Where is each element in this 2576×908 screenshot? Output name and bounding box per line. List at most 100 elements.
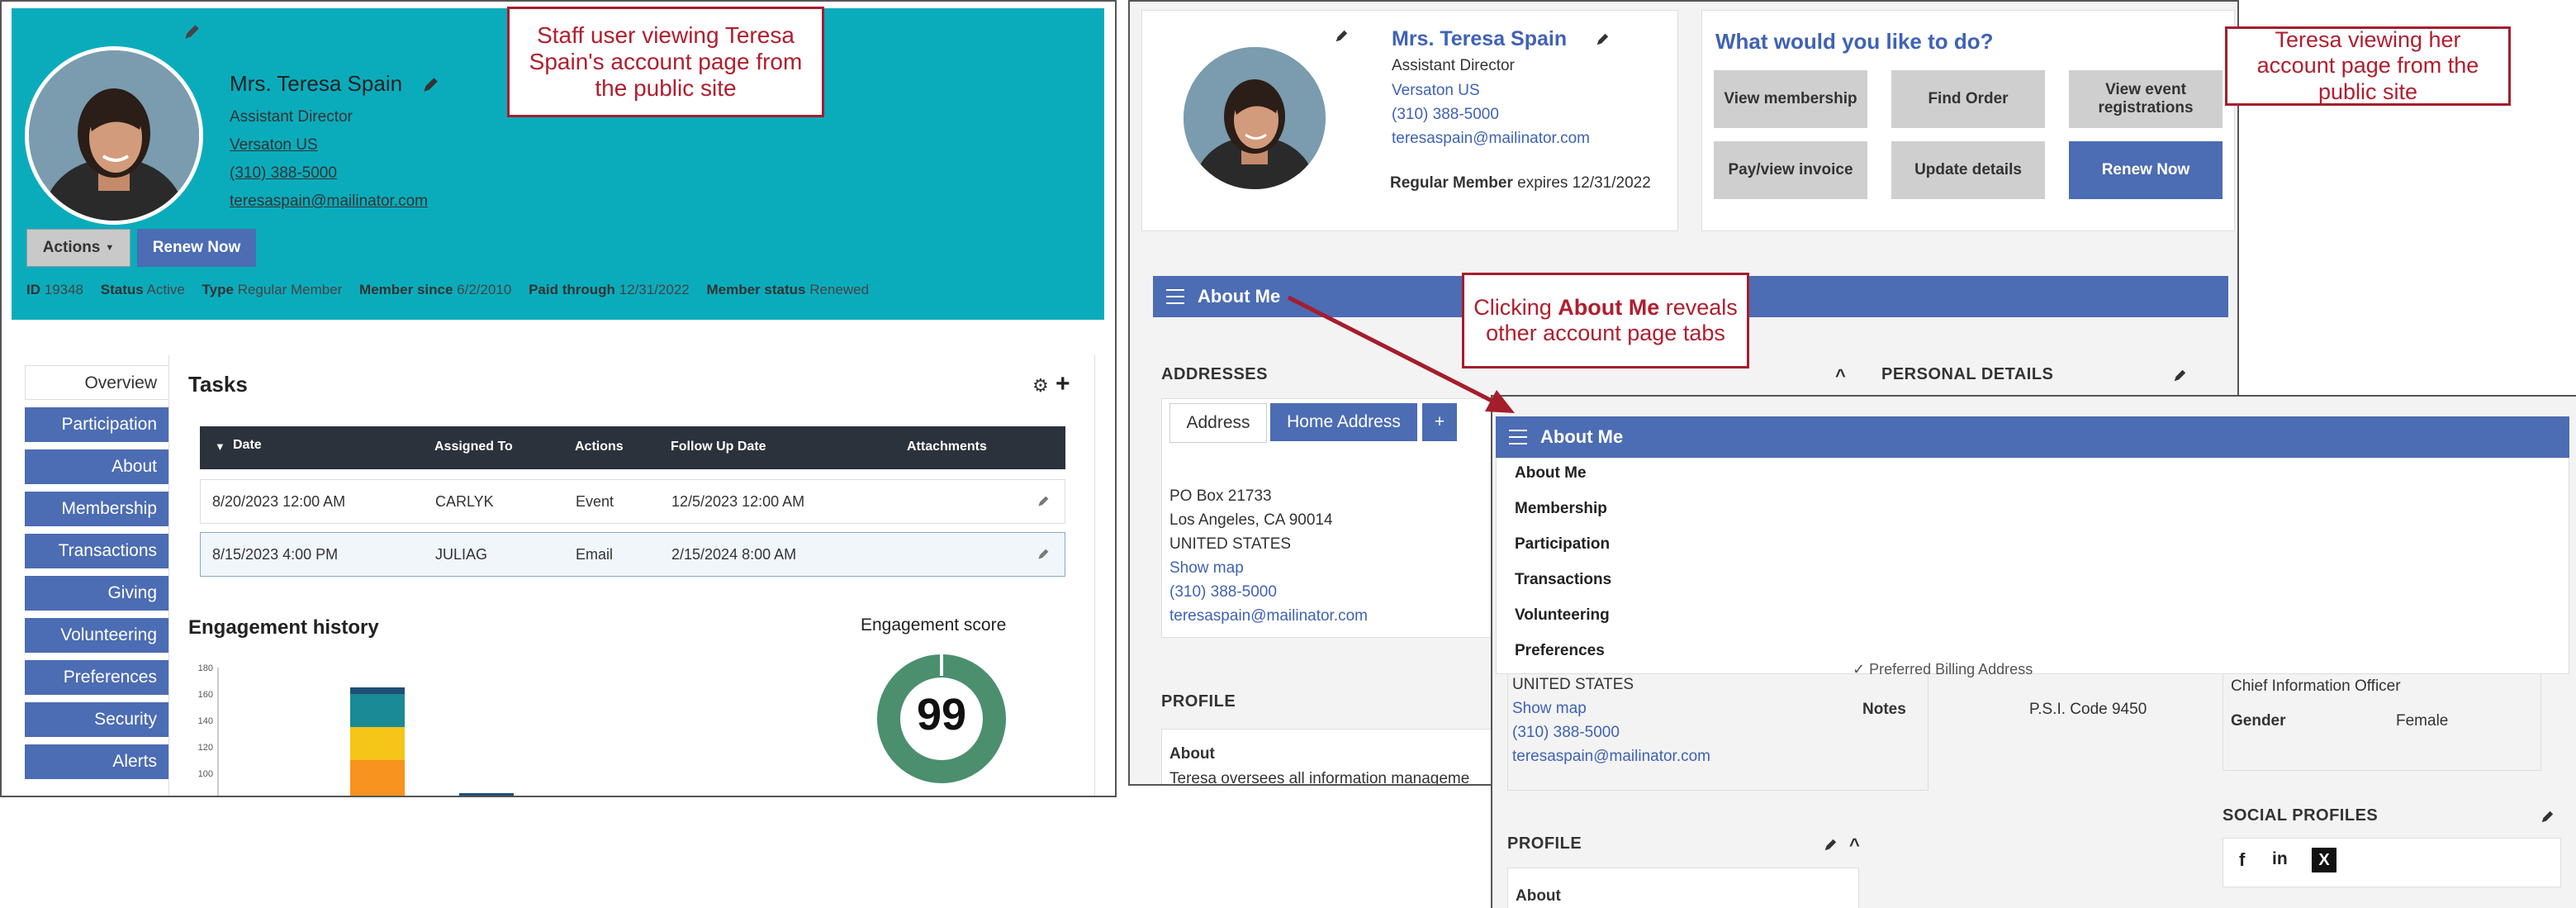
about-me-bar[interactable]: About Me <box>1496 416 2569 458</box>
company-link[interactable]: Versaton US <box>1392 82 1480 100</box>
address-line: Los Angeles, CA 90014 <box>1169 511 1333 529</box>
menu-icon <box>1166 289 1184 304</box>
menu-item-volunteering[interactable]: Volunteering <box>1515 606 1610 625</box>
tab-overview[interactable]: Overview <box>25 365 168 400</box>
col-attachments[interactable]: Attachments <box>907 440 987 454</box>
edit-row-icon[interactable] <box>1037 495 1050 508</box>
renew-now-button[interactable]: Renew Now <box>2069 141 2223 199</box>
edit-profile-icon[interactable] <box>1823 838 1838 853</box>
about-me-menu <box>1496 458 2569 674</box>
add-task-icon[interactable]: + <box>1056 370 1070 398</box>
tasks-grid-header: ▼ Date Assigned To Actions Follow Up Dat… <box>200 426 1065 469</box>
table-row[interactable]: 8/15/2023 4:00 PM JULIAG Email 2/15/2024… <box>200 532 1065 577</box>
menu-item-about-me[interactable]: About Me <box>1515 464 1587 483</box>
collapse-addresses-icon[interactable]: ^ <box>1835 365 1846 387</box>
email-link[interactable]: teresaspain@mailinator.com <box>1392 130 1590 148</box>
about-text: Teresa oversees all information manageme <box>1169 770 1470 786</box>
y-tick-label: 140 <box>198 716 213 726</box>
actions-card: What would you like to do? View membersh… <box>1701 10 2235 231</box>
tab-preferences[interactable]: Preferences <box>25 660 168 695</box>
staff-view-panel: Mrs. Teresa Spain Assistant Director Ver… <box>0 0 1117 797</box>
tab-giving[interactable]: Giving <box>25 576 168 611</box>
col-assigned-to[interactable]: Assigned To <box>434 440 513 454</box>
col-actions[interactable]: Actions <box>575 440 624 454</box>
email-link[interactable]: teresaspain@mailinator.com <box>230 193 428 211</box>
row-date: 8/15/2023 4:00 PM <box>212 546 339 563</box>
member-meta: ID 19348 Status Active Type Regular Memb… <box>26 282 870 297</box>
table-row[interactable]: 8/20/2023 12:00 AM CARLYK Event 12/5/202… <box>200 479 1065 524</box>
renew-now-button[interactable]: Renew Now <box>137 229 256 267</box>
bar-segment <box>350 727 405 760</box>
engagement-score-value: 99 <box>916 690 967 739</box>
profile-label: PROFILE <box>1161 692 1236 711</box>
bar-segment <box>350 687 405 694</box>
update-details-button[interactable]: Update details <box>1891 141 2045 199</box>
tab-membership[interactable]: Membership <box>25 492 168 526</box>
col-follow-up-date[interactable]: Follow Up Date <box>671 440 766 454</box>
linkedin-icon[interactable]: in <box>2272 849 2288 869</box>
phone-link[interactable]: (310) 388-5000 <box>230 164 337 183</box>
edit-name-icon[interactable] <box>421 76 439 94</box>
tab-volunteering[interactable]: Volunteering <box>25 618 168 653</box>
settings-icon[interactable]: ⚙ <box>1032 375 1049 397</box>
about-me-expanded-panel: About Me UNITED STATES Show map (310) 38… <box>1491 395 2576 908</box>
facebook-icon[interactable]: f <box>2239 849 2245 871</box>
show-map-link[interactable]: Show map <box>1169 559 1244 578</box>
tab-about[interactable]: About <box>25 449 168 484</box>
menu-item-transactions[interactable]: Transactions <box>1515 571 1611 589</box>
tab-participation[interactable]: Participation <box>25 407 168 442</box>
phone-link[interactable]: (310) 388-5000 <box>1169 583 1277 601</box>
email-link[interactable]: teresaspain@mailinator.com <box>1169 607 1368 625</box>
member-view-callout: Teresa viewing her account page from the… <box>2225 26 2511 106</box>
menu-item-preferences[interactable]: Preferences <box>1515 642 1605 660</box>
edit-name-icon[interactable] <box>1595 32 1610 47</box>
row-follow-up: 12/5/2023 12:00 AM <box>671 493 805 510</box>
x-icon[interactable]: X <box>2312 848 2336 872</box>
actions-dropdown[interactable]: Actions ▼ <box>26 229 130 267</box>
y-tick-label: 80 <box>203 796 213 797</box>
row-action: Event <box>576 493 614 510</box>
todo-title: What would you like to do? <box>1715 29 1994 54</box>
tab-transactions[interactable]: Transactions <box>25 534 168 568</box>
tab-security[interactable]: Security <box>25 702 168 737</box>
view-event-registrations-button[interactable]: View event registrations <box>2069 70 2223 128</box>
phone-link[interactable]: (310) 388-5000 <box>1392 106 1499 124</box>
job-title: Assistant Director <box>1392 57 1515 74</box>
edit-photo-icon[interactable] <box>183 23 201 41</box>
engagement-score-title: Engagement score <box>861 616 1007 635</box>
about-label: About <box>1516 887 1561 905</box>
membership-status: Regular Member expires 12/31/2022 <box>1390 174 1651 192</box>
profile-card: Mrs. Teresa Spain Assistant Director Ver… <box>1141 10 1678 231</box>
tab-alerts[interactable]: Alerts <box>25 744 168 779</box>
pay-view-invoice-button[interactable]: Pay/view invoice <box>1714 141 1867 199</box>
edit-photo-icon[interactable] <box>1334 29 1349 44</box>
profile-label: PROFILE <box>1507 834 1582 853</box>
edit-row-icon[interactable] <box>1037 548 1050 561</box>
member-name: Mrs. Teresa Spain <box>230 71 403 96</box>
social-profiles-label: SOCIAL PROFILES <box>2223 806 2379 825</box>
y-tick-label: 100 <box>198 769 213 779</box>
find-order-button[interactable]: Find Order <box>1891 70 2045 128</box>
tab-address[interactable]: Address <box>1169 403 1267 443</box>
addresses-label: ADDRESSES <box>1161 365 1268 383</box>
view-membership-button[interactable]: View membership <box>1714 70 1867 128</box>
col-date[interactable]: Date <box>233 438 262 453</box>
address-line: PO Box 21733 <box>1169 487 1272 505</box>
edit-social-icon[interactable] <box>2540 810 2555 825</box>
edit-personal-icon[interactable] <box>2172 368 2187 383</box>
avatar <box>25 46 203 225</box>
y-tick-label: 180 <box>198 663 213 673</box>
sort-desc-icon[interactable]: ▼ <box>215 440 225 453</box>
staff-view-callout: Staff user viewing Teresa Spain's accoun… <box>507 7 824 117</box>
engagement-history-chart: 6080100120140160180 <box>198 663 514 797</box>
personal-details-label: PERSONAL DETAILS <box>1881 365 2054 383</box>
row-date: 8/20/2023 12:00 AM <box>212 493 346 510</box>
menu-icon <box>1509 430 1527 444</box>
member-name: Mrs. Teresa Spain <box>1392 27 1568 50</box>
bar-segment <box>350 694 405 727</box>
tasks-title: Tasks <box>188 372 248 397</box>
company-link[interactable]: Versaton US <box>230 136 318 155</box>
collapse-profile-icon[interactable]: ^ <box>1849 834 1860 856</box>
menu-item-membership[interactable]: Membership <box>1515 500 1607 518</box>
menu-item-participation[interactable]: Participation <box>1515 535 1610 554</box>
